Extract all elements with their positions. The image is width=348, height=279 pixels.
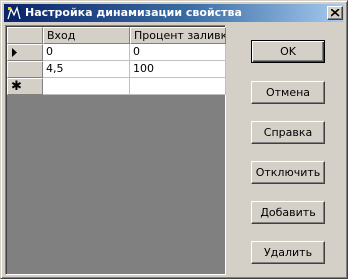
data-grid[interactable]: Вход Процент заливки 0 0 4,5 100 ✱ xyxy=(5,25,226,275)
title-bar[interactable]: Настройка динамизации свойства xyxy=(4,4,344,22)
help-button[interactable]: Справка xyxy=(251,121,325,144)
disable-button[interactable]: Отключить xyxy=(251,161,325,184)
close-icon xyxy=(331,9,340,17)
column-header-input[interactable]: Вход xyxy=(43,27,130,44)
current-row-arrow-icon xyxy=(12,48,17,57)
new-row-asterisk-icon: ✱ xyxy=(11,79,22,94)
cell-input[interactable]: 0 xyxy=(43,44,130,61)
cancel-button[interactable]: Отмена xyxy=(251,81,325,104)
cell-fill-percent[interactable]: 100 xyxy=(130,61,226,78)
new-row[interactable]: ✱ xyxy=(7,78,226,95)
cell-fill-percent[interactable]: 0 xyxy=(130,44,226,61)
close-button[interactable] xyxy=(327,6,343,20)
delete-button[interactable]: Удалить xyxy=(251,241,325,264)
row-selector[interactable]: ✱ xyxy=(7,78,43,95)
row-selector[interactable] xyxy=(7,44,43,61)
cell-input[interactable] xyxy=(43,78,130,95)
corner-header xyxy=(7,27,43,44)
cell-input[interactable]: 4,5 xyxy=(43,61,130,78)
cell-fill-percent[interactable] xyxy=(130,78,226,95)
table-row[interactable]: 4,5 100 xyxy=(7,61,226,78)
add-button[interactable]: Добавить xyxy=(251,201,325,224)
app-icon xyxy=(6,5,22,21)
ok-button[interactable]: OK xyxy=(251,40,325,63)
dialog-window: Настройка динамизации свойства Вход Проц… xyxy=(0,0,348,279)
window-title: Настройка динамизации свойства xyxy=(25,6,242,19)
column-header-fill-percent[interactable]: Процент заливки xyxy=(130,27,226,44)
grid-header-row: Вход Процент заливки xyxy=(7,27,226,44)
table-row[interactable]: 0 0 xyxy=(7,44,226,61)
row-selector[interactable] xyxy=(7,61,43,78)
